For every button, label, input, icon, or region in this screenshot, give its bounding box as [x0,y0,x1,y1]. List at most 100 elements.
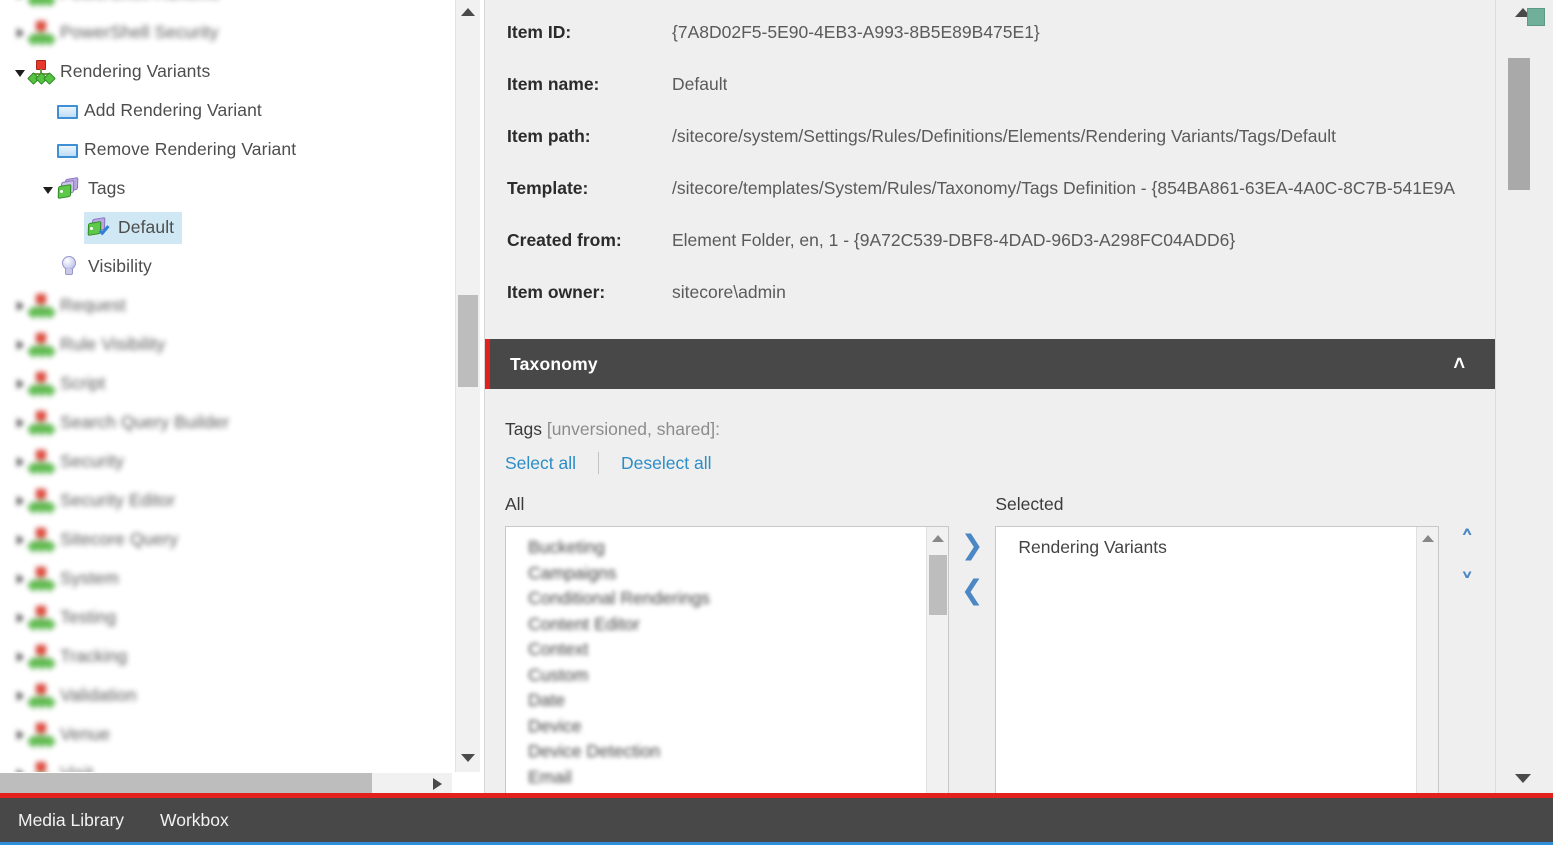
move-left-button[interactable]: ❮ [961,577,984,604]
content-tree[interactable]: PowerShell Runtime PowerShell Security Ren… [0,0,452,772]
tree-scroll-down-arrow[interactable] [461,754,475,762]
tree-item-tags[interactable]: Tags [0,169,452,208]
tree-expander-collapsed[interactable] [12,637,28,676]
tree-item-content[interactable]: System [27,566,119,592]
tree-vertical-scrollbar[interactable] [455,0,480,772]
tree-item-content[interactable]: Rendering Variants [27,59,210,85]
tree-expander-expanded[interactable] [40,169,56,208]
bottom-tab-media-library[interactable]: Media Library [18,810,124,831]
tree-item-search-query-builder[interactable]: Search Query Builder [0,403,452,442]
tree-expander-collapsed[interactable] [12,364,28,403]
all-list-item[interactable]: Conditional Renderings [528,586,948,612]
tree-item-remove-rendering-variant[interactable]: Remove Rendering Variant [0,130,452,169]
tree-item-content[interactable]: Validation [27,683,137,709]
tree-item-content[interactable]: Add Rendering Variant [56,98,262,124]
tree-item-content[interactable]: Rule Visibility [27,332,165,358]
tree-item-content[interactable]: Sitecore Query [27,527,178,553]
select-all-link[interactable]: Select all [505,453,576,474]
all-list-item[interactable]: Date [528,688,948,714]
tree-item-content[interactable]: Script [27,371,105,397]
tree-item-testing[interactable]: Testing [0,598,452,637]
all-listbox[interactable]: Bucketing Campaigns Conditional Renderings… [505,526,949,795]
tree-item-default[interactable]: Default [0,208,452,247]
tree-scroll-up-arrow[interactable] [461,8,475,16]
selected-listbox-scrollbar[interactable] [1416,527,1439,795]
tree-item-visit[interactable]: Visit [0,754,452,772]
all-list-item[interactable]: Device Detection [528,739,948,765]
tree-item-content[interactable]: Search Query Builder [27,410,229,436]
all-list-item[interactable]: Email [528,765,948,791]
tree-item-content[interactable]: Request [27,293,126,319]
move-right-button[interactable]: ❯ [961,532,984,559]
tree-item-content[interactable]: Tags [56,176,125,202]
move-down-button[interactable]: ˅ [1460,571,1474,598]
all-list-item[interactable]: Device [528,714,948,740]
tree-item-request[interactable]: Request [0,286,452,325]
tree-item-content[interactable]: Visit [28,761,93,772]
taxonomy-section-header[interactable]: Taxonomy ˄ [485,339,1495,389]
tree-item-content[interactable]: Default [84,211,183,244]
tree-expander-collapsed[interactable] [12,520,28,559]
all-listbox-scrollbar[interactable] [926,527,948,795]
tree-item-script[interactable]: Script [0,364,452,403]
tree-item-powershell-runtime[interactable]: PowerShell Runtime [0,0,452,13]
all-list[interactable]: Bucketing Campaigns Conditional Renderings… [506,527,948,790]
move-up-button[interactable]: ˄ [1460,528,1474,555]
tree-item-add-rendering-variant[interactable]: Add Rendering Variant [0,91,452,130]
selected-list-scroll-up-arrow[interactable] [1421,535,1434,542]
tree-expander-collapsed[interactable] [12,481,28,520]
content-scroll-thumb[interactable] [1508,58,1530,190]
tree-item-content[interactable]: PowerShell Runtime [27,0,220,7]
tree-expander-collapsed[interactable] [12,598,28,637]
tree-item-powershell-security[interactable]: PowerShell Security [0,13,452,52]
selected-list[interactable]: Rendering Variants [996,527,1438,561]
tree-item-content[interactable]: Visibility [56,254,152,280]
tree-horizontal-scrollbar[interactable] [0,773,452,795]
tree-item-content[interactable]: Remove Rendering Variant [56,137,296,163]
tree-expander-collapsed[interactable] [12,403,28,442]
tree-expander-collapsed[interactable] [12,286,28,325]
tree-item-content[interactable]: Testing [27,605,116,631]
deselect-all-link[interactable]: Deselect all [621,453,711,474]
tree-expander-collapsed[interactable] [12,754,28,772]
tree-item-tracking[interactable]: Tracking [0,637,452,676]
all-list-scroll-up-arrow[interactable] [931,535,944,542]
tree-horizontal-scroll-thumb[interactable] [0,773,372,795]
tree-item-content[interactable]: Venue [27,722,110,748]
tree-expander-collapsed[interactable] [12,559,28,598]
tree-scroll-right-arrow[interactable] [433,778,442,790]
tree-vertical-scroll-thumb[interactable] [458,295,478,387]
tree-item-security-editor[interactable]: Security Editor [0,481,452,520]
selected-list-item[interactable]: Rendering Variants [1018,535,1438,561]
tree-item-rendering-variants[interactable]: Rendering Variants [0,52,452,91]
tree-expander-collapsed[interactable] [12,13,28,52]
tree-item-security[interactable]: Security [0,442,452,481]
chevron-up-icon[interactable]: ˄ [1453,354,1465,374]
tree-item-content[interactable]: PowerShell Security [27,20,219,46]
tree-item-content[interactable]: Security Editor [27,488,175,514]
tree-item-system[interactable]: System [0,559,452,598]
tree-expander-collapsed[interactable] [12,676,28,715]
all-list-item[interactable]: Campaigns [528,561,948,587]
tree-item-validation[interactable]: Validation [0,676,452,715]
content-pane-scrollbar[interactable] [1495,0,1553,795]
tree-item-content[interactable]: Security [27,449,124,475]
content-scroll-down-arrow[interactable] [1515,774,1531,783]
all-list-item[interactable]: Content Editor [528,612,948,638]
tree-item-content[interactable]: Tracking [27,644,127,670]
tree-item-rule-visibility[interactable]: Rule Visibility [0,325,452,364]
tree-expander-collapsed[interactable] [12,442,28,481]
tree-expander-expanded[interactable] [12,52,28,91]
all-list-scroll-thumb[interactable] [929,555,947,615]
bottom-tab-workbox[interactable]: Workbox [160,810,229,831]
tree-item-sitecore-query[interactable]: Sitecore Query [0,520,452,559]
tree-item-venue[interactable]: Venue [0,715,452,754]
tree-expander-collapsed[interactable] [12,715,28,754]
tree-expander-collapsed[interactable] [12,0,28,13]
tree-item-visibility[interactable]: Visibility [0,247,452,286]
all-list-item[interactable]: Context [528,637,948,663]
all-list-item[interactable]: Bucketing [528,535,948,561]
tree-expander-collapsed[interactable] [12,325,28,364]
selected-listbox[interactable]: Rendering Variants [995,526,1440,795]
all-list-item[interactable]: Custom [528,663,948,689]
